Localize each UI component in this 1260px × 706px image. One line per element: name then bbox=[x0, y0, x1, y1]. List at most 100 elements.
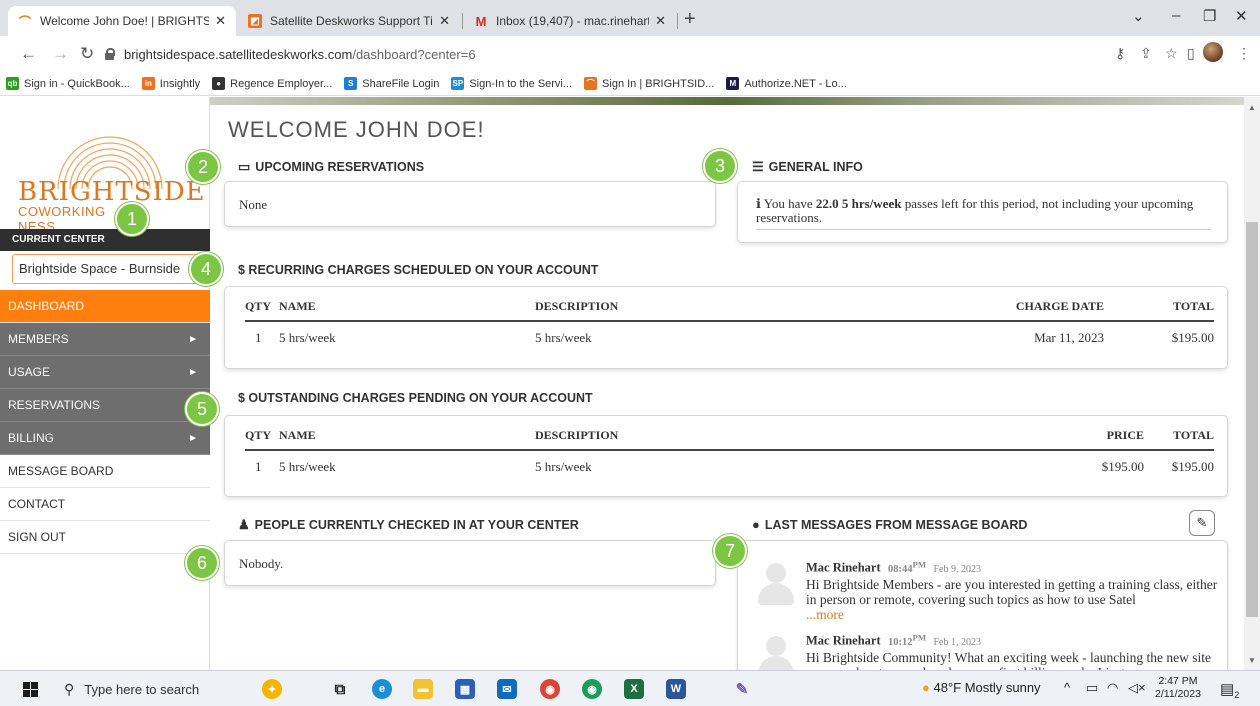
current-center-label: CURRENT CENTER bbox=[0, 229, 210, 251]
reload-button[interactable]: ↻ bbox=[80, 44, 94, 64]
message-author: Mac Rinehart bbox=[806, 633, 881, 648]
back-button[interactable]: ← bbox=[20, 44, 37, 64]
table-row: 1 5 hrs/week 5 hrs/week Mar 11, 2023 $195.00 bbox=[245, 321, 1214, 346]
scrollbar-thumb[interactable] bbox=[1246, 222, 1258, 617]
taskbar-clock[interactable]: 2:47 PM 2/11/2023 bbox=[1155, 675, 1201, 701]
task-view-icon[interactable]: ⧉ bbox=[330, 679, 350, 699]
scroll-down-arrow-icon[interactable]: ▼ bbox=[1248, 656, 1256, 665]
edit-message-button[interactable]: ✎ bbox=[1189, 510, 1215, 536]
volume-icon[interactable]: ◁× bbox=[1128, 680, 1146, 696]
user-avatar-icon bbox=[756, 563, 796, 605]
sidebar-item-contact[interactable]: CONTACT bbox=[0, 488, 210, 521]
bookmark-star-icon[interactable]: ☆ bbox=[1165, 45, 1178, 62]
sidebar-item-label: CONTACT bbox=[8, 497, 66, 511]
tab-brightside[interactable]: ⌒ Welcome John Doe! | BRIGHTSID ✕ bbox=[8, 6, 236, 36]
close-icon[interactable]: ✕ bbox=[215, 13, 226, 29]
minimize-button[interactable]: – bbox=[1172, 7, 1180, 24]
bookmarks-bar: qb Sign in - QuickBook... in Insightly ● Rege… bbox=[0, 72, 1260, 96]
column-header: QTY bbox=[245, 299, 279, 322]
outstanding-charges-table: QTY NAME DESCRIPTION PRICE TOTAL 1 5 hrs/week 5… bbox=[245, 428, 1214, 475]
message-more-link[interactable]: ...more bbox=[806, 607, 844, 622]
bookmark-item[interactable]: S ShareFile Login bbox=[344, 77, 439, 90]
sidebar-item-members[interactable]: MEMBERS ► bbox=[0, 323, 210, 356]
mail-icon[interactable]: ✉ bbox=[497, 679, 517, 699]
arrow-right-icon: ► bbox=[188, 432, 198, 444]
page-title: WELCOME JOHN DOE! bbox=[228, 117, 485, 142]
new-tab-button[interactable]: + bbox=[684, 8, 696, 31]
sidebar-item-reservations[interactable]: RESERVATIONS bbox=[0, 389, 210, 422]
bookmark-item[interactable]: ● Regence Employer... bbox=[212, 77, 332, 90]
url-input[interactable]: brightsidespace.satellitedeskworks.com/d… bbox=[104, 41, 1109, 67]
sidebar-item-billing[interactable]: BILLING ► bbox=[0, 422, 210, 455]
tab-satellite-support[interactable]: ◩ Satellite Deskworks Support Ticke ✕ bbox=[238, 6, 460, 36]
bookmark-item[interactable]: ⌒ Sign In | BRIGHTSID... bbox=[584, 77, 714, 90]
forward-button[interactable]: → bbox=[52, 44, 69, 64]
wifi-icon[interactable]: ◠ bbox=[1107, 680, 1118, 696]
close-icon[interactable]: ✕ bbox=[655, 13, 666, 29]
recurring-charges-table: QTY NAME DESCRIPTION CHARGE DATE TOTAL 1 5 hrs… bbox=[245, 299, 1214, 346]
notifications-icon[interactable]: ▤2 bbox=[1220, 680, 1239, 700]
table-cell: 1 bbox=[255, 459, 262, 474]
profile-avatar[interactable] bbox=[1203, 42, 1223, 62]
side-panel-icon[interactable]: ▯ bbox=[1187, 45, 1195, 62]
close-window-button[interactable]: ✕ bbox=[1235, 7, 1248, 25]
copilot-widget-icon[interactable]: ✦ bbox=[262, 679, 282, 699]
weather-widget[interactable]: ● 48°F Mostly sunny bbox=[922, 680, 1041, 695]
checked-in-value: Nobody. bbox=[239, 556, 284, 571]
windows-start-button[interactable] bbox=[23, 682, 38, 697]
bookmark-item[interactable]: in Insightly bbox=[141, 77, 200, 90]
logo-wordmark: BRIGHTSIDE bbox=[18, 177, 206, 207]
chrome-profile-icon[interactable]: ◉ bbox=[582, 679, 602, 699]
sidebar-item-label: MESSAGE BOARD bbox=[8, 464, 114, 478]
edge-browser-icon[interactable]: e bbox=[372, 679, 392, 699]
tab-gmail-inbox[interactable]: M Inbox (19,407) - mac.rinehart@gr ✕ bbox=[464, 6, 676, 36]
sidebar-item-label: SIGN OUT bbox=[8, 530, 67, 544]
tab-title: Satellite Deskworks Support Ticke bbox=[270, 14, 433, 28]
address-bar: ← → ↻ brightsidespace.satellitedeskworks… bbox=[0, 36, 1260, 72]
message-date: Feb 9, 2023 bbox=[933, 563, 982, 575]
menu-kebab-icon[interactable]: ⋮ bbox=[1237, 45, 1251, 62]
key-icon[interactable]: ⚷ bbox=[1115, 45, 1125, 62]
bookmark-favicon-icon: in bbox=[141, 77, 155, 90]
store-icon[interactable]: ▦ bbox=[455, 679, 475, 699]
current-center-select[interactable]: Brightside Space - Burnside bbox=[12, 254, 198, 284]
taskbar-search[interactable]: ⚲ Type here to search bbox=[52, 671, 232, 706]
arrow-right-icon: ► bbox=[188, 366, 198, 378]
sidebar-item-dashboard[interactable]: DASHBOARD bbox=[0, 290, 210, 323]
bookmark-favicon-icon: SP bbox=[451, 77, 465, 90]
tab-search-chevron-icon[interactable]: ⌄ bbox=[1132, 7, 1145, 25]
sidebar-item-sign-out[interactable]: SIGN OUT bbox=[0, 521, 210, 554]
general-info-card: ℹ︎ You have 22.0 5 hrs/week passes left … bbox=[737, 181, 1228, 243]
tray-chevron-icon[interactable]: ^ bbox=[1064, 680, 1070, 695]
excel-icon[interactable]: X bbox=[624, 679, 644, 699]
upcoming-reservations-card: None bbox=[224, 181, 716, 227]
close-icon[interactable]: ✕ bbox=[439, 13, 450, 29]
message-text: Hi Brightside Members - are you interest… bbox=[806, 576, 1218, 607]
word-icon[interactable]: W bbox=[666, 679, 686, 699]
share-icon[interactable]: ⇪ bbox=[1140, 45, 1152, 62]
tab-title: Welcome John Doe! | BRIGHTSID bbox=[40, 14, 210, 28]
recurring-charges-card: QTY NAME DESCRIPTION CHARGE DATE TOTAL 1 5 hrs… bbox=[224, 286, 1228, 369]
url-path: /dashboard?center=6 bbox=[352, 46, 476, 62]
annotation-badge-3: 3 bbox=[703, 149, 737, 183]
column-header: NAME bbox=[279, 299, 535, 322]
sidebar-item-message-board[interactable]: MESSAGE BOARD bbox=[0, 455, 210, 488]
browser-tab-bar: ⌒ Welcome John Doe! | BRIGHTSID ✕ ◩ Sate… bbox=[0, 0, 1260, 36]
restore-button[interactable]: ❐ bbox=[1203, 7, 1216, 25]
network-icon[interactable]: ▭ bbox=[1086, 680, 1098, 696]
bookmark-label: Sign in - QuickBook... bbox=[24, 77, 130, 90]
chrome-icon[interactable]: ◉ bbox=[540, 679, 560, 699]
bookmark-item[interactable]: M Authorize.NET - Lo... bbox=[726, 77, 847, 90]
url-host: brightsidespace.satellitedeskworks.com bbox=[124, 46, 353, 62]
table-cell: $195.00 bbox=[1101, 459, 1144, 474]
info-icon: ℹ︎ bbox=[756, 196, 761, 211]
sidebar-item-usage[interactable]: USAGE ► bbox=[0, 356, 210, 389]
file-explorer-icon[interactable]: ▬ bbox=[413, 679, 433, 699]
scroll-up-arrow-icon[interactable]: ▲ bbox=[1248, 103, 1256, 112]
message-board-card: Mac Rinehart 08:44PM Feb 9, 2023 Hi Brig… bbox=[737, 540, 1228, 670]
table-cell: 1 bbox=[255, 330, 262, 345]
bookmark-item[interactable]: qb Sign in - QuickBook... bbox=[6, 77, 130, 90]
general-info-title: ☰ GENERAL INFO bbox=[752, 159, 863, 174]
paint-icon[interactable]: ✎ bbox=[732, 679, 752, 699]
bookmark-item[interactable]: SP Sign-In to the Servi... bbox=[451, 77, 572, 90]
